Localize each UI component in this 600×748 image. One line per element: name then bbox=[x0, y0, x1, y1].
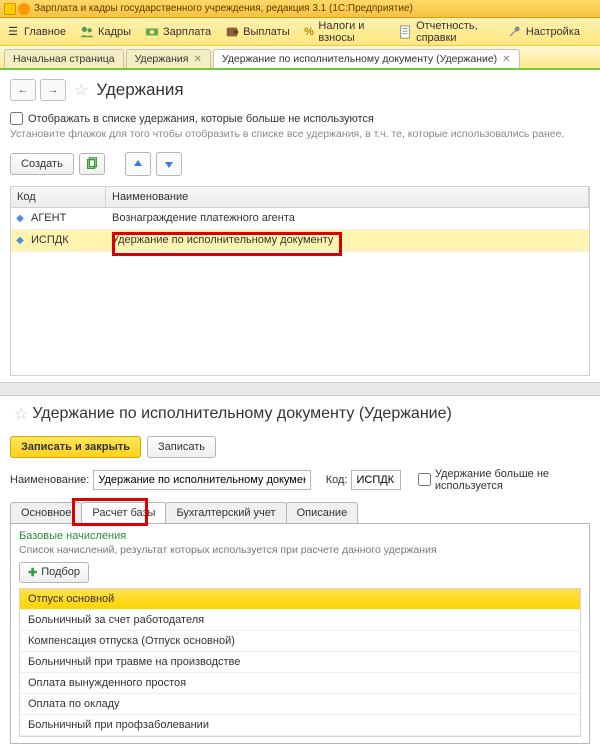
save-button[interactable]: Записать bbox=[147, 436, 216, 458]
people-icon bbox=[80, 25, 94, 39]
window-titlebar: Зарплата и кадры государственного учрежд… bbox=[0, 0, 600, 18]
table-row[interactable]: ◆ АГЕНТ Вознаграждение платежного агента bbox=[11, 208, 589, 230]
plus-icon: ✚ bbox=[28, 566, 37, 579]
tab-description[interactable]: Описание bbox=[286, 502, 359, 523]
move-up-button[interactable] bbox=[125, 152, 151, 176]
menu-reports[interactable]: Отчетность, справки bbox=[398, 20, 494, 44]
close-icon[interactable]: ✕ bbox=[502, 54, 510, 65]
deductions-grid[interactable]: Код Наименование ◆ АГЕНТ Вознаграждение … bbox=[10, 186, 590, 376]
menu-taxes[interactable]: % Налоги и взносы bbox=[304, 20, 384, 44]
unused-label: Удержание больше не используется bbox=[435, 468, 590, 492]
favorite-star-icon[interactable]: ☆ bbox=[74, 80, 88, 100]
col-name[interactable]: Наименование bbox=[106, 187, 589, 207]
base-hint: Список начислений, результат которых исп… bbox=[19, 544, 581, 556]
wallet-icon bbox=[225, 25, 239, 39]
section-tabs: Начальная страница Удержания✕ Удержание … bbox=[0, 46, 600, 70]
dropdown-icon[interactable] bbox=[18, 3, 30, 15]
unused-checkbox[interactable] bbox=[418, 473, 431, 486]
back-button[interactable]: ← bbox=[10, 79, 36, 101]
show-unused-checkbox[interactable] bbox=[10, 112, 23, 125]
tab-body-base: Базовые начисления Список начислений, ре… bbox=[10, 524, 590, 744]
tab-deduction-form[interactable]: Удержание по исполнительному документу (… bbox=[213, 49, 520, 68]
col-code[interactable]: Код bbox=[11, 187, 106, 207]
menu-settings[interactable]: Настройка bbox=[508, 25, 580, 39]
row-marker-icon: ◆ bbox=[11, 213, 29, 224]
list-item[interactable]: Больничный при профзаболевании bbox=[20, 715, 580, 736]
form-tabs: Основное Расчет базы Бухгалтерский учет … bbox=[10, 502, 590, 524]
code-field[interactable] bbox=[351, 470, 401, 490]
tab-accounting[interactable]: Бухгалтерский учет bbox=[165, 502, 286, 523]
save-and-close-button[interactable]: Записать и закрыть bbox=[10, 436, 141, 458]
list-item[interactable]: Отпуск основной bbox=[20, 589, 580, 610]
list-item[interactable]: Оплата по окладу bbox=[20, 694, 580, 715]
show-unused-hint: Установите флажок для того чтобы отобраз… bbox=[10, 128, 590, 142]
window-title: Зарплата и кадры государственного учрежд… bbox=[34, 3, 413, 14]
list-panel: ← → ☆ Удержания Отображать в списке удер… bbox=[0, 70, 600, 382]
pick-button[interactable]: ✚ Подбор bbox=[19, 562, 89, 583]
bars-icon: ☰ bbox=[6, 25, 20, 39]
grid-header: Код Наименование bbox=[11, 187, 589, 208]
create-button[interactable]: Создать bbox=[10, 153, 74, 175]
page-title: Удержания bbox=[96, 80, 183, 100]
accruals-list[interactable]: Отпуск основной Больничный за счет работ… bbox=[19, 588, 581, 737]
close-icon[interactable]: ✕ bbox=[193, 54, 201, 65]
panel-divider bbox=[0, 382, 600, 396]
table-row[interactable]: ◆ ИСПДК Удержание по исполнительному док… bbox=[11, 230, 589, 252]
menu-personnel[interactable]: Кадры bbox=[80, 25, 131, 39]
move-down-button[interactable] bbox=[156, 152, 182, 176]
main-toolbar: ☰ Главное Кадры Зарплата Выплаты % Налог… bbox=[0, 18, 600, 46]
code-label: Код: bbox=[326, 474, 348, 486]
doc-icon bbox=[398, 25, 412, 39]
row-marker-icon: ◆ bbox=[11, 235, 29, 246]
name-field[interactable] bbox=[93, 470, 311, 490]
list-item[interactable]: Оплата вынужденного простоя bbox=[20, 673, 580, 694]
menu-home[interactable]: ☰ Главное bbox=[6, 25, 66, 39]
show-unused-label: Отображать в списке удержания, которые б… bbox=[28, 113, 374, 125]
tab-base[interactable]: Расчет базы bbox=[81, 502, 166, 523]
tab-deductions[interactable]: Удержания✕ bbox=[126, 49, 211, 68]
forward-button[interactable]: → bbox=[40, 79, 66, 101]
name-label: Наименование: bbox=[10, 474, 89, 486]
menu-salary[interactable]: Зарплата bbox=[145, 25, 211, 39]
copy-button[interactable] bbox=[79, 153, 105, 175]
form-panel: ☆ Удержание по исполнительному документу… bbox=[0, 396, 600, 748]
wrench-icon bbox=[508, 25, 522, 39]
list-item[interactable]: Больничный за счет работодателя bbox=[20, 610, 580, 631]
percent-icon: % bbox=[304, 25, 315, 39]
app-icon bbox=[4, 3, 16, 15]
list-item[interactable]: Компенсация отпуска (Отпуск основной) bbox=[20, 631, 580, 652]
tab-start[interactable]: Начальная страница bbox=[4, 49, 124, 68]
tab-main[interactable]: Основное bbox=[10, 502, 82, 523]
base-heading: Базовые начисления bbox=[19, 530, 581, 542]
menu-payments[interactable]: Выплаты bbox=[225, 25, 289, 39]
favorite-star-icon[interactable]: ☆ bbox=[14, 404, 28, 424]
money-icon bbox=[145, 25, 159, 39]
form-title: Удержание по исполнительному документу (… bbox=[32, 405, 451, 423]
list-item[interactable]: Больничный при травме на производстве bbox=[20, 652, 580, 673]
